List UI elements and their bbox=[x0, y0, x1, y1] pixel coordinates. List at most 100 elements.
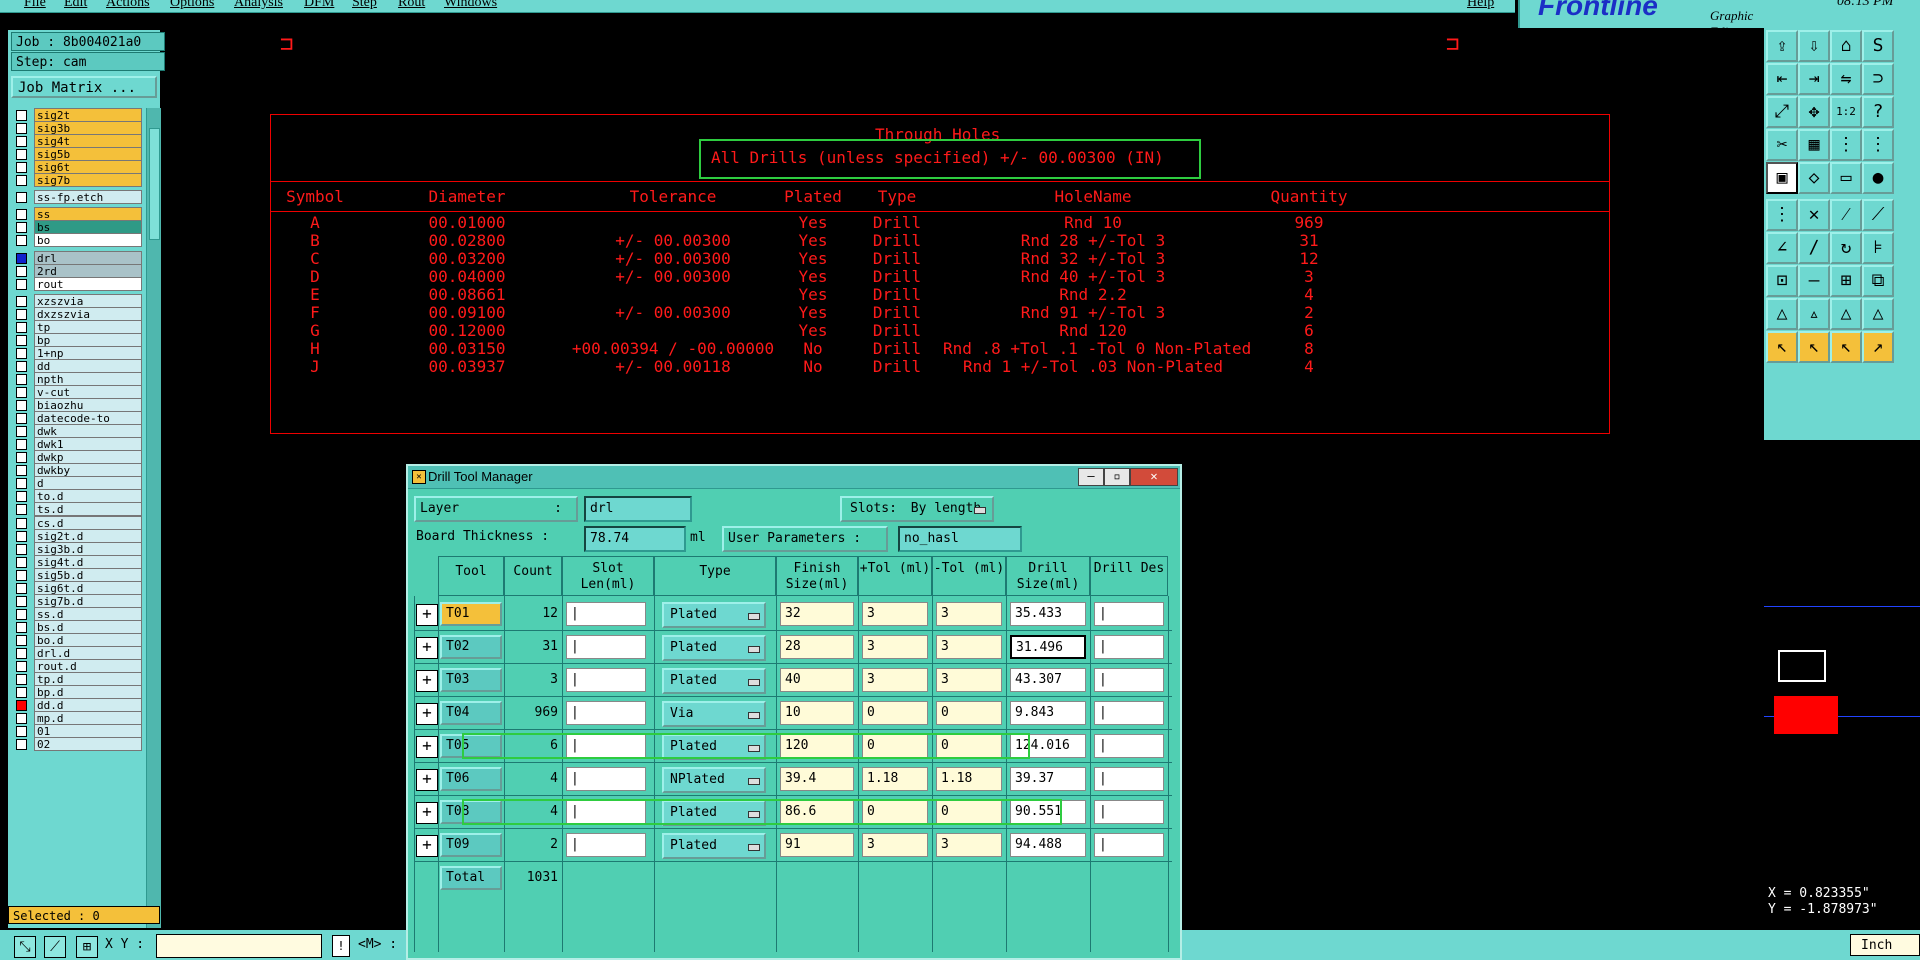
layer-scrollbar[interactable] bbox=[146, 108, 161, 928]
layer-checkbox[interactable] bbox=[16, 452, 27, 464]
menu-dfm[interactable]: DFM bbox=[304, 0, 334, 11]
layer-row[interactable]: dwk bbox=[16, 424, 142, 439]
minus-tol-input[interactable]: 3 bbox=[936, 602, 1002, 626]
tool-button[interactable]: T03 bbox=[440, 668, 502, 692]
select-box-icon[interactable]: ▣ bbox=[1766, 162, 1798, 194]
menu-help[interactable]: Help bbox=[1467, 0, 1494, 11]
layer-name[interactable]: dwkp bbox=[34, 450, 142, 465]
slot-length-input[interactable]: | bbox=[566, 833, 646, 857]
drill-des-input[interactable]: | bbox=[1094, 800, 1164, 824]
layer-row[interactable]: ts.d bbox=[16, 502, 142, 517]
layer-row[interactable]: 01 bbox=[16, 724, 142, 739]
layer-checkbox[interactable] bbox=[16, 278, 27, 290]
layer-checkbox[interactable] bbox=[16, 661, 27, 673]
layer-name[interactable]: 01 bbox=[34, 724, 142, 739]
plus-tol-input[interactable]: 3 bbox=[862, 833, 928, 857]
layer-row[interactable]: ss bbox=[16, 207, 142, 222]
layer-name[interactable]: dwk1 bbox=[34, 437, 142, 452]
layer-name[interactable]: sig5b.d bbox=[34, 567, 142, 582]
layer-name[interactable]: sig4t.d bbox=[34, 554, 142, 569]
drill-size-input[interactable]: 39.37 bbox=[1010, 767, 1086, 791]
layer-name[interactable]: sig3b bbox=[34, 121, 142, 136]
layer-name[interactable]: sig3b.d bbox=[34, 541, 142, 556]
layer-name[interactable]: 1+np bbox=[34, 345, 142, 360]
slots-selector[interactable]: Slots: By length bbox=[840, 496, 994, 522]
type-select[interactable]: Plated bbox=[662, 833, 766, 859]
tool-button[interactable]: T09 bbox=[440, 833, 502, 857]
layer-checkbox[interactable] bbox=[16, 726, 27, 738]
layer-row[interactable]: dxzszvia bbox=[16, 306, 142, 321]
layer-name[interactable]: ss.d bbox=[34, 606, 142, 621]
type-select[interactable]: Plated bbox=[662, 602, 766, 628]
layer-row[interactable]: sig5b.d bbox=[16, 567, 142, 582]
layer-name[interactable]: bo bbox=[34, 233, 142, 248]
scroll-thumb[interactable] bbox=[149, 128, 160, 240]
minus-tol-input[interactable]: 3 bbox=[936, 635, 1002, 659]
layer-row[interactable]: biaozhu bbox=[16, 398, 142, 413]
layer-checkbox[interactable] bbox=[16, 621, 27, 633]
menu-windows[interactable]: Windows bbox=[444, 0, 497, 11]
drill-size-input[interactable]: 43.307 bbox=[1010, 668, 1086, 692]
layer-row[interactable]: sig2t.d bbox=[16, 528, 142, 543]
type-select[interactable]: Via bbox=[662, 701, 766, 727]
layer-row[interactable]: v-cut bbox=[16, 385, 142, 399]
pointer3-icon[interactable]: ↖ bbox=[1830, 331, 1862, 363]
layer-row[interactable]: sig7b bbox=[16, 173, 142, 188]
layer-name[interactable]: bs bbox=[34, 220, 142, 235]
drill-size-input[interactable]: 94.488 bbox=[1010, 833, 1086, 857]
layer-row[interactable]: 2rd bbox=[16, 263, 142, 278]
layer-checkbox[interactable] bbox=[16, 478, 27, 490]
tool-button[interactable]: T01 bbox=[440, 602, 502, 626]
layer-row[interactable]: sig2t bbox=[16, 108, 142, 122]
scale-icon[interactable]: 1:2 bbox=[1830, 96, 1862, 128]
slot-length-input[interactable]: | bbox=[566, 701, 646, 725]
mirror-icon[interactable]: ⊧ bbox=[1862, 232, 1894, 264]
layer-name[interactable]: dwk bbox=[34, 424, 142, 439]
layer-checkbox[interactable] bbox=[16, 739, 27, 751]
close-icon[interactable]: ✕ bbox=[1130, 468, 1178, 486]
type-select[interactable]: Plated bbox=[662, 635, 766, 661]
layer-name[interactable]: bp bbox=[34, 332, 142, 347]
tool-button[interactable]: T06 bbox=[440, 767, 502, 791]
xy-input[interactable] bbox=[156, 934, 322, 958]
layer-name[interactable]: dwkby bbox=[34, 463, 142, 478]
layer-row[interactable]: npth bbox=[16, 371, 142, 386]
finish-size-input[interactable]: 10 bbox=[780, 701, 854, 725]
line2-icon[interactable]: ⟋ bbox=[1862, 199, 1894, 231]
layer-row[interactable]: xzszvia bbox=[16, 293, 142, 308]
drill-des-input[interactable]: | bbox=[1094, 668, 1164, 692]
layer-checkbox[interactable] bbox=[16, 400, 27, 412]
layer-row[interactable]: cs.d bbox=[16, 515, 142, 530]
connect-icon[interactable]: ⋮ bbox=[1766, 199, 1798, 231]
expand-icon[interactable]: + bbox=[416, 703, 438, 725]
layer-checkbox[interactable] bbox=[16, 209, 27, 221]
layer-row[interactable]: ss-fp.etch bbox=[16, 190, 142, 205]
layer-checkbox[interactable] bbox=[16, 595, 27, 607]
pan-icon[interactable]: ✥ bbox=[1798, 96, 1830, 128]
layer-row[interactable]: dwkp bbox=[16, 450, 142, 465]
layer-row[interactable]: dd.d bbox=[16, 698, 142, 713]
menu-options[interactable]: Options bbox=[170, 0, 214, 11]
layer-checkbox[interactable] bbox=[16, 517, 27, 529]
drill-des-input[interactable]: | bbox=[1094, 833, 1164, 857]
layer-name[interactable]: sig2t.d bbox=[34, 528, 142, 543]
layer-checkbox[interactable] bbox=[16, 687, 27, 699]
menu-actions[interactable]: Actions bbox=[106, 0, 150, 11]
layer-row[interactable]: sig4t.d bbox=[16, 554, 142, 569]
layer-field[interactable]: drl bbox=[584, 496, 692, 522]
layer-name[interactable]: sig2t bbox=[34, 108, 142, 122]
delete-icon[interactable]: ✕ bbox=[1798, 199, 1830, 231]
slots-value[interactable]: By length bbox=[911, 501, 981, 516]
drill-des-input[interactable]: | bbox=[1094, 701, 1164, 725]
drill-des-input[interactable]: | bbox=[1094, 635, 1164, 659]
layer-checkbox[interactable] bbox=[16, 582, 27, 594]
minimize-icon[interactable]: – bbox=[1078, 468, 1104, 486]
layer-name[interactable]: bp.d bbox=[34, 685, 142, 700]
layer-checkbox[interactable] bbox=[16, 235, 27, 247]
layer-checkbox[interactable] bbox=[16, 373, 27, 385]
drill-des-input[interactable]: | bbox=[1094, 602, 1164, 626]
layer-checkbox[interactable] bbox=[16, 387, 27, 398]
slash-icon[interactable]: ∕ bbox=[1798, 232, 1830, 264]
finish-size-input[interactable]: 39.4 bbox=[780, 767, 854, 791]
expand-icon[interactable]: + bbox=[416, 604, 438, 626]
